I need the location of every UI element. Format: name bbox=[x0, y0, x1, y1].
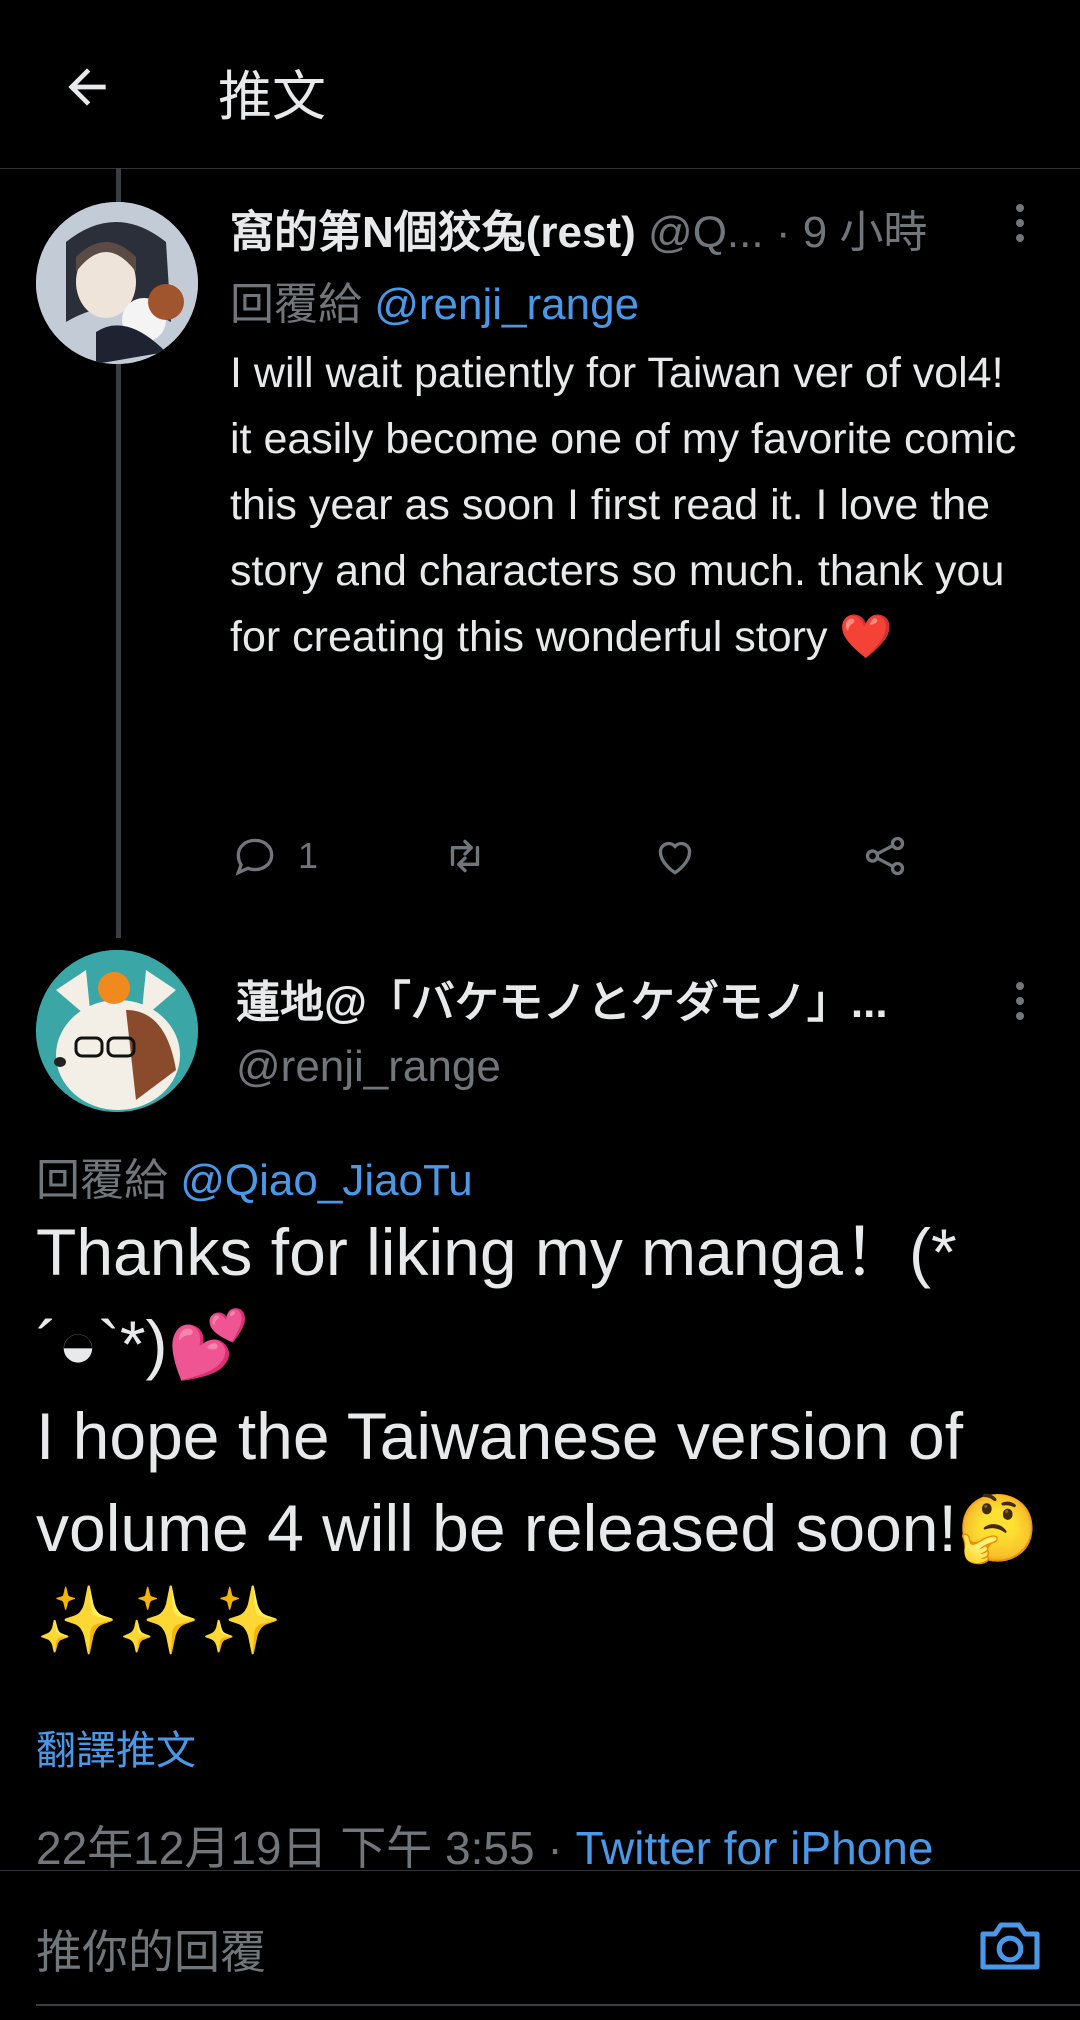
retweet-icon bbox=[450, 839, 480, 873]
reply-icon bbox=[235, 838, 274, 876]
avatar-illustration bbox=[36, 950, 198, 1112]
divider bbox=[0, 1870, 1080, 1871]
mention-link[interactable]: @Qiao_JiaoTu bbox=[180, 1156, 473, 1205]
share-icon bbox=[865, 836, 905, 876]
more-options-button[interactable] bbox=[1000, 976, 1040, 1026]
display-name[interactable]: 窩的第N個狡兔(rest) bbox=[230, 208, 636, 257]
back-arrow-icon bbox=[68, 68, 106, 106]
share-button[interactable] bbox=[860, 826, 910, 886]
tweet-time: · 9 小時 bbox=[775, 208, 928, 257]
source-link[interactable]: Twitter for iPhone bbox=[575, 1822, 933, 1874]
mention-link[interactable]: @renji_range bbox=[374, 280, 639, 329]
heart-icon bbox=[658, 841, 692, 875]
reply-prefix: 回覆給 bbox=[230, 280, 362, 329]
reply-count: 1 bbox=[298, 835, 319, 876]
avatar-illustration bbox=[36, 202, 198, 364]
tweet-text-line: I will wait patiently for Taiwan ver of … bbox=[230, 349, 1004, 397]
translate-tweet-link[interactable]: 翻譯推文 bbox=[36, 1718, 196, 1776]
reply-button[interactable]: 1 bbox=[230, 826, 318, 886]
tweet-text-line: Thanks for liking my manga！(*´◒`*)💕 bbox=[36, 1215, 957, 1381]
tweet-actions: 1 bbox=[230, 826, 930, 886]
camera-button[interactable] bbox=[974, 1910, 1046, 1982]
more-vertical-icon bbox=[1016, 204, 1024, 242]
reply-context: 回覆給 @renji_range bbox=[230, 268, 639, 332]
timestamp[interactable]: 22年12月19日 下午 3:55 · bbox=[36, 1822, 563, 1874]
avatar[interactable] bbox=[36, 950, 198, 1112]
tweet2-body: Thanks for liking my manga！(*´◒`*)💕 I ho… bbox=[36, 1206, 1056, 1666]
retweet-button[interactable] bbox=[440, 826, 490, 886]
tweet1-body: I will wait patiently for Taiwan ver of … bbox=[230, 340, 1050, 670]
tweet-metadata: 22年12月19日 下午 3:55 · Twitter for iPhone bbox=[36, 1812, 933, 1878]
camera-icon bbox=[980, 1922, 1040, 1970]
username[interactable]: @renji_range bbox=[236, 1042, 501, 1092]
username[interactable]: @Q... bbox=[648, 208, 764, 257]
like-button[interactable] bbox=[650, 826, 700, 886]
tweet-text-line: it easily become one of my favorite comi… bbox=[230, 415, 1017, 661]
display-name[interactable]: 蓮地@「バケモノとケダモノ」... bbox=[236, 966, 976, 1030]
tweet-text-line: I hope the Taiwanese version of volume 4… bbox=[36, 1399, 1040, 1657]
page-title: 推文 bbox=[218, 67, 326, 127]
avatar[interactable] bbox=[36, 202, 198, 364]
top-bar: 推文 bbox=[0, 0, 1080, 169]
reply-context: 回覆給 @Qiao_JiaoTu bbox=[36, 1144, 473, 1208]
back-button[interactable] bbox=[52, 52, 122, 122]
more-vertical-icon bbox=[1016, 982, 1024, 1020]
composer-underline bbox=[36, 2004, 1080, 2006]
more-options-button[interactable] bbox=[1000, 198, 1040, 248]
reply-input[interactable]: 推你的回覆 bbox=[36, 1916, 266, 1982]
tweet1-header: 窩的第N個狡兔(rest) @Q... · 9 小時 bbox=[230, 196, 1050, 257]
reply-prefix: 回覆給 bbox=[36, 1156, 168, 1205]
